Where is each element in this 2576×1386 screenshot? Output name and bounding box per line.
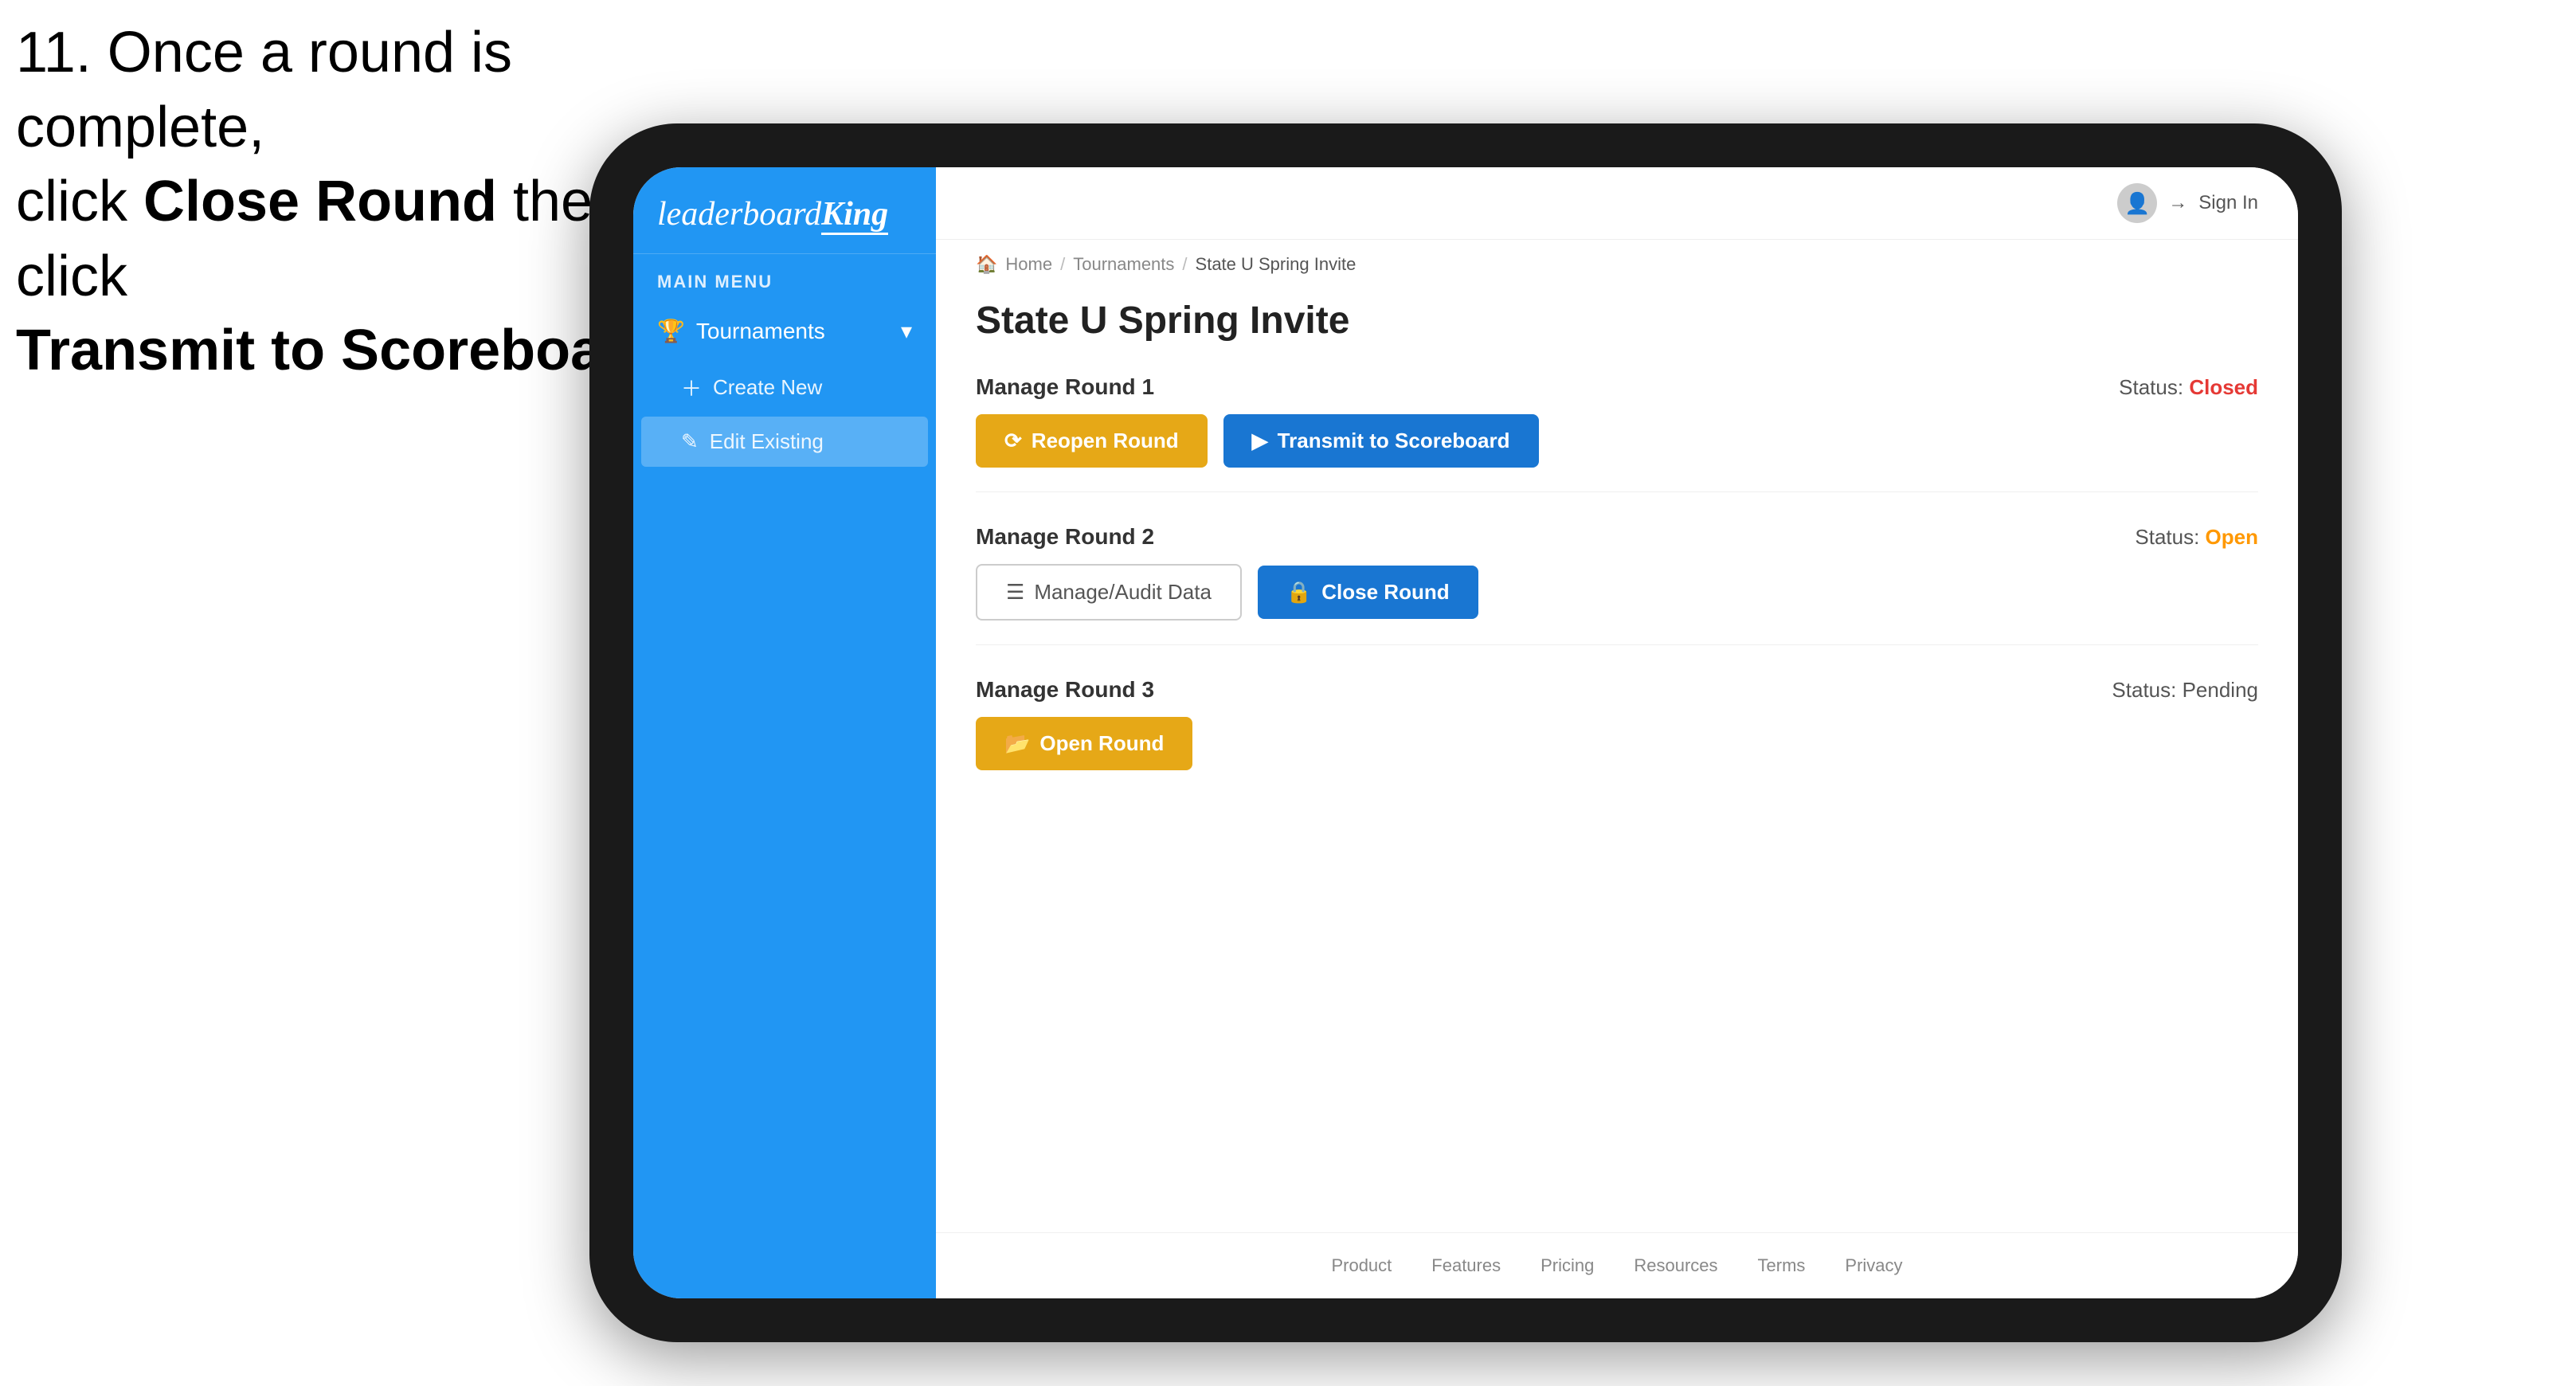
tablet-screen: leaderboardKing MAIN MENU 🏆 Tournaments … [633,167,2298,1298]
top-bar: 👤 → Sign In [936,167,2298,240]
page-content: State U Spring Invite Manage Round 1 Sta… [936,275,2298,1232]
breadcrumb-current: State U Spring Invite [1196,254,1357,275]
edit-existing-label: Edit Existing [710,429,824,454]
user-avatar: 👤 [2117,183,2157,223]
reopen-label: Reopen Round [1032,429,1179,453]
sidebar-tournaments-label: Tournaments [696,319,825,344]
round-2-title: Manage Round 2 [976,524,1154,550]
logo-area: leaderboardKing [633,167,936,254]
round-1-section: Manage Round 1 Status: Closed ⟳ Reopen R… [976,374,2258,492]
sign-in-label: Sign In [2198,192,2258,214]
close-round-button[interactable]: 🔒 Close Round [1258,566,1478,619]
footer-privacy[interactable]: Privacy [1845,1255,1902,1276]
round-2-section: Manage Round 2 Status: Open ☰ Manage/Aud… [976,524,2258,645]
round-1-status-value: Closed [2189,375,2258,399]
open-round-icon: 📂 [1004,731,1030,756]
transmit-icon: ▶ [1252,429,1268,453]
tablet-device: leaderboardKing MAIN MENU 🏆 Tournaments … [589,123,2342,1342]
sidebar-item-tournaments[interactable]: 🏆 Tournaments ▾ [633,302,936,360]
manage-audit-button[interactable]: ☰ Manage/Audit Data [976,564,1242,621]
logo-leaderboard: leaderboard [657,196,821,233]
round-2-status: Status: Open [2135,525,2258,550]
round-3-title: Manage Round 3 [976,677,1154,703]
footer: Product Features Pricing Resources Terms… [936,1232,2298,1298]
round-1-status: Status: Closed [2119,375,2258,400]
chevron-down-icon: ▾ [901,318,912,344]
round-3-status: Status: Pending [2112,678,2258,703]
round-2-status-value: Open [2206,525,2258,549]
audit-icon: ☰ [1006,580,1024,605]
round-1-title: Manage Round 1 [976,374,1154,400]
breadcrumb: 🏠 Home / Tournaments / State U Spring In… [936,240,2298,275]
breadcrumb-tournaments-link[interactable]: Tournaments [1073,254,1174,275]
footer-resources[interactable]: Resources [1634,1255,1717,1276]
trophy-icon: 🏆 [657,318,685,344]
create-new-label: Create New [713,375,822,400]
lock-icon: 🔒 [1286,580,1312,605]
main-menu-label: MAIN MENU [633,254,936,302]
round-3-section: Manage Round 3 Status: Pending 📂 Open Ro… [976,677,2258,794]
footer-product[interactable]: Product [1331,1255,1392,1276]
breadcrumb-home-link[interactable]: Home [1005,254,1052,275]
footer-pricing[interactable]: Pricing [1541,1255,1594,1276]
transmit-label: Transmit to Scoreboard [1278,429,1510,453]
footer-features[interactable]: Features [1431,1255,1501,1276]
sidebar-item-edit-existing[interactable]: ✎ Edit Existing [641,417,928,467]
reopen-round-button[interactable]: ⟳ Reopen Round [976,414,1208,468]
page-title: State U Spring Invite [976,299,2258,343]
breadcrumb-home-icon: 🏠 [976,254,997,275]
sidebar: leaderboardKing MAIN MENU 🏆 Tournaments … [633,167,936,1298]
sign-in-area[interactable]: 👤 → Sign In [2117,183,2258,223]
sidebar-item-create-new[interactable]: ＋ Create New [633,360,936,415]
reopen-icon: ⟳ [1004,429,1022,453]
open-round-button[interactable]: 📂 Open Round [976,717,1192,770]
plus-icon: ＋ [681,373,702,402]
logo-king: King [821,196,888,235]
audit-label: Manage/Audit Data [1034,580,1212,605]
app-layout: leaderboardKing MAIN MENU 🏆 Tournaments … [633,167,2298,1298]
open-round-label: Open Round [1039,731,1164,756]
main-content: 👤 → Sign In 🏠 Home / Tournaments / State… [936,167,2298,1298]
transmit-scoreboard-button[interactable]: ▶ Transmit to Scoreboard [1223,414,1539,468]
footer-terms[interactable]: Terms [1758,1255,1806,1276]
edit-icon: ✎ [681,429,699,454]
close-round-label: Close Round [1321,580,1449,605]
round-3-status-value: Pending [2183,678,2258,702]
sign-in-arrow: → [2168,192,2187,214]
